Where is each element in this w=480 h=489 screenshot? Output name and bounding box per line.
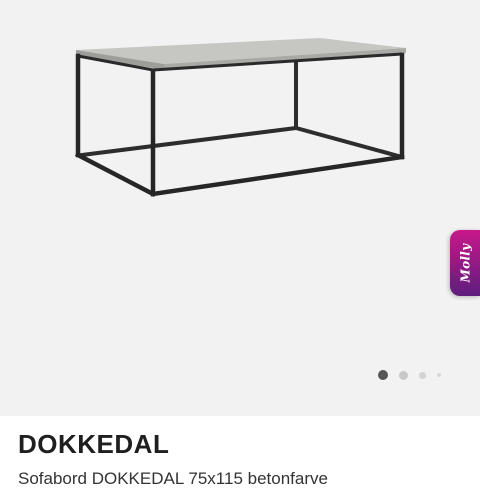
- product-title: DOKKEDAL: [18, 429, 170, 459]
- molly-tab-label: Molly: [458, 243, 473, 283]
- carousel-dot[interactable]: [437, 373, 441, 377]
- product-image-gallery[interactable]: Molly: [0, 0, 480, 416]
- carousel-pagination: [378, 370, 441, 380]
- molly-chat-tab[interactable]: Molly: [450, 230, 480, 296]
- carousel-dot[interactable]: [419, 371, 426, 379]
- carousel-dot-active[interactable]: [378, 370, 388, 380]
- carousel-dot[interactable]: [399, 370, 408, 380]
- product-subtitle: Sofabord DOKKEDAL 75x115 betonfarve: [18, 469, 328, 488]
- coffee-table-image: [74, 38, 406, 198]
